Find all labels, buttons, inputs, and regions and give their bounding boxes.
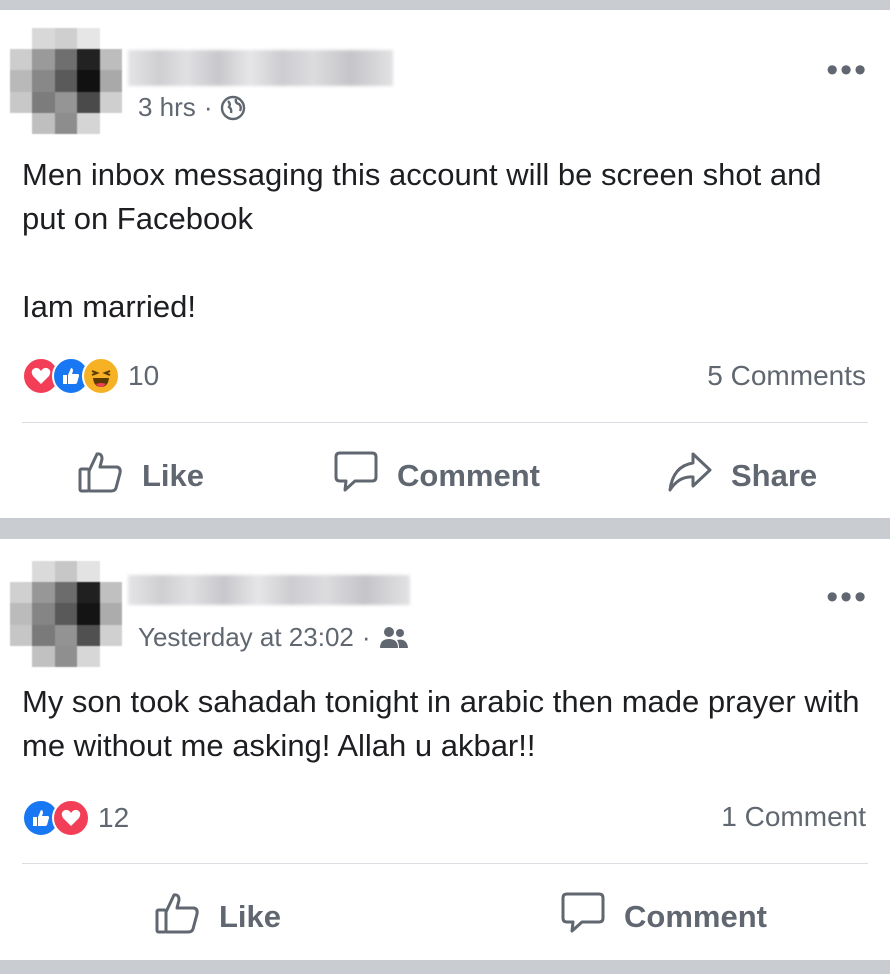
post-text: My son took sahadah tonight in arabic th… — [22, 680, 866, 768]
post-card: 3 hrs · ••• Men inbox messaging this acc… — [0, 10, 890, 518]
reactions-summary[interactable]: 10 — [22, 357, 159, 395]
post-text: Men inbox messaging this account will be… — [22, 153, 866, 329]
reaction-count[interactable]: 12 — [98, 802, 129, 834]
comment-button[interactable]: Comment — [333, 450, 540, 502]
like-button[interactable]: Like — [155, 891, 281, 943]
share-button[interactable]: Share — [667, 450, 817, 502]
globe-icon — [220, 95, 246, 121]
post-text-line: Iam married! — [22, 289, 196, 324]
post-text-line: My son took sahadah tonight in arabic th… — [22, 684, 860, 763]
like-button[interactable]: Like — [78, 450, 204, 502]
meta-separator: · — [361, 622, 371, 652]
reactions-summary[interactable]: 12 — [22, 799, 129, 837]
comment-button[interactable]: Comment — [560, 891, 767, 943]
author-name[interactable] — [128, 50, 393, 86]
friends-icon — [379, 626, 409, 650]
meta-separator: · — [203, 92, 213, 122]
divider — [22, 422, 868, 423]
share-label: Share — [731, 458, 818, 493]
post-meta: 3 hrs · — [138, 92, 246, 123]
post-card: Yesterday at 23:02 · ••• My son took sah… — [0, 539, 890, 960]
avatar[interactable] — [10, 561, 122, 667]
love-reaction-icon — [52, 799, 90, 837]
post-text-line: Men inbox messaging this account will be… — [22, 157, 822, 236]
like-label: Like — [219, 899, 282, 934]
reaction-count[interactable]: 10 — [128, 360, 159, 392]
haha-reaction-icon — [82, 357, 120, 395]
like-label: Like — [142, 458, 205, 493]
comments-count[interactable]: 5 Comments — [707, 360, 866, 392]
comments-count[interactable]: 1 Comment — [721, 801, 866, 833]
thumbs-up-icon — [78, 450, 124, 502]
divider — [22, 863, 868, 864]
speech-bubble-icon — [560, 891, 606, 943]
comment-label: Comment — [624, 899, 767, 934]
comment-label: Comment — [397, 458, 540, 493]
thumbs-up-icon — [155, 891, 201, 943]
post-meta: Yesterday at 23:02 · — [138, 622, 409, 653]
speech-bubble-icon — [333, 450, 379, 502]
timestamp[interactable]: Yesterday at 23:02 — [138, 622, 354, 653]
author-name[interactable] — [128, 575, 410, 605]
share-arrow-icon — [667, 450, 713, 502]
more-options-icon[interactable]: ••• — [826, 53, 868, 87]
more-options-icon[interactable]: ••• — [826, 580, 868, 614]
timestamp[interactable]: 3 hrs — [138, 92, 196, 123]
avatar[interactable] — [10, 28, 122, 134]
